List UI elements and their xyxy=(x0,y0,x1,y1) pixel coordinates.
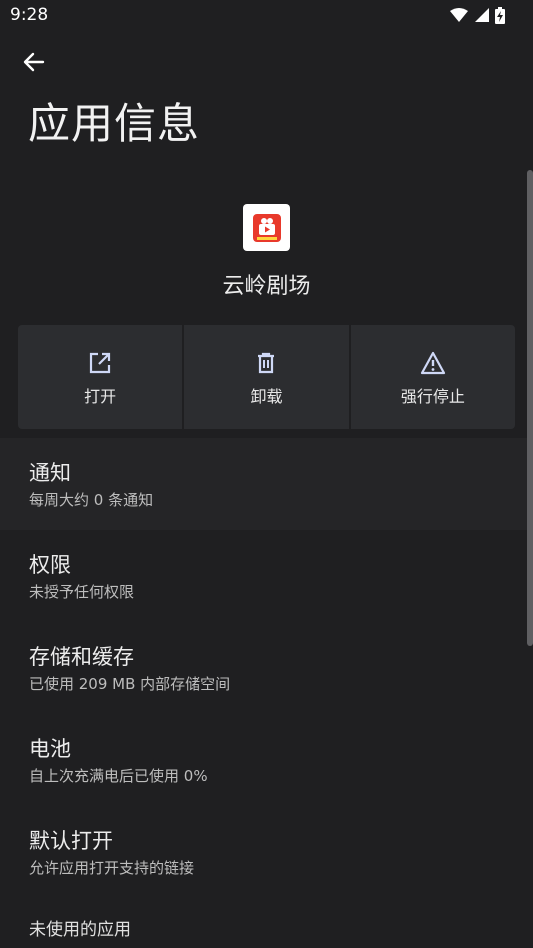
open-external-icon xyxy=(90,352,111,374)
back-button[interactable] xyxy=(18,46,50,78)
app-name: 云岭剧场 xyxy=(222,274,311,299)
settings-item-summary: 允许应用打开支持的链接 xyxy=(29,859,195,877)
trash-icon xyxy=(258,352,275,374)
settings-item-summary: 已使用 209 MB 内部存储空间 xyxy=(29,675,231,693)
settings-item-summary: 未授予任何权限 xyxy=(29,583,135,601)
settings-item-title: 电池 xyxy=(29,737,71,761)
warning-icon xyxy=(420,351,445,375)
settings-item-title: 权限 xyxy=(29,553,71,577)
settings-item-title: 存储和缓存 xyxy=(29,645,134,669)
settings-item-open-by-default[interactable]: 默认打开 允许应用打开支持的链接 xyxy=(0,806,527,898)
arrow-left-icon xyxy=(23,52,45,72)
open-button-label: 打开 xyxy=(84,387,117,406)
settings-item-title: 通知 xyxy=(29,461,71,485)
settings-item-summary: 每周大约 0 条通知 xyxy=(29,491,154,509)
settings-item-battery[interactable]: 电池 自上次充满电后已使用 0% xyxy=(0,714,527,806)
uninstall-button-label: 卸载 xyxy=(250,387,283,406)
cell-signal-icon xyxy=(475,8,489,22)
battery-charging-icon xyxy=(495,6,505,24)
wifi-icon xyxy=(450,8,468,22)
settings-item-summary: 自上次充满电后已使用 0% xyxy=(29,767,208,785)
settings-item-storage[interactable]: 存储和缓存 已使用 209 MB 内部存储空间 xyxy=(0,622,527,714)
status-bar: 9:28 xyxy=(0,0,533,30)
action-bar: 打开 卸载 强行停止 xyxy=(18,325,515,429)
uninstall-button[interactable]: 卸载 xyxy=(184,325,349,429)
open-button[interactable]: 打开 xyxy=(18,325,183,429)
scrollbar[interactable] xyxy=(527,170,533,646)
app-logo-icon xyxy=(252,213,281,242)
settings-item-unused-apps[interactable]: 未使用的应用 xyxy=(0,898,527,948)
app-icon xyxy=(243,204,290,251)
settings-item-permissions[interactable]: 权限 未授予任何权限 xyxy=(0,530,527,622)
status-time: 9:28 xyxy=(10,5,49,25)
force-stop-button-label: 强行停止 xyxy=(400,387,465,406)
settings-item-title: 未使用的应用 xyxy=(29,920,131,940)
status-icons xyxy=(450,5,505,25)
settings-list: 通知 每周大约 0 条通知 权限 未授予任何权限 存储和缓存 已使用 209 M… xyxy=(0,438,527,948)
force-stop-button[interactable]: 强行停止 xyxy=(350,325,515,429)
page-title: 应用信息 xyxy=(28,99,201,148)
settings-item-title: 默认打开 xyxy=(29,829,113,853)
settings-item-notifications[interactable]: 通知 每周大约 0 条通知 xyxy=(0,438,527,530)
